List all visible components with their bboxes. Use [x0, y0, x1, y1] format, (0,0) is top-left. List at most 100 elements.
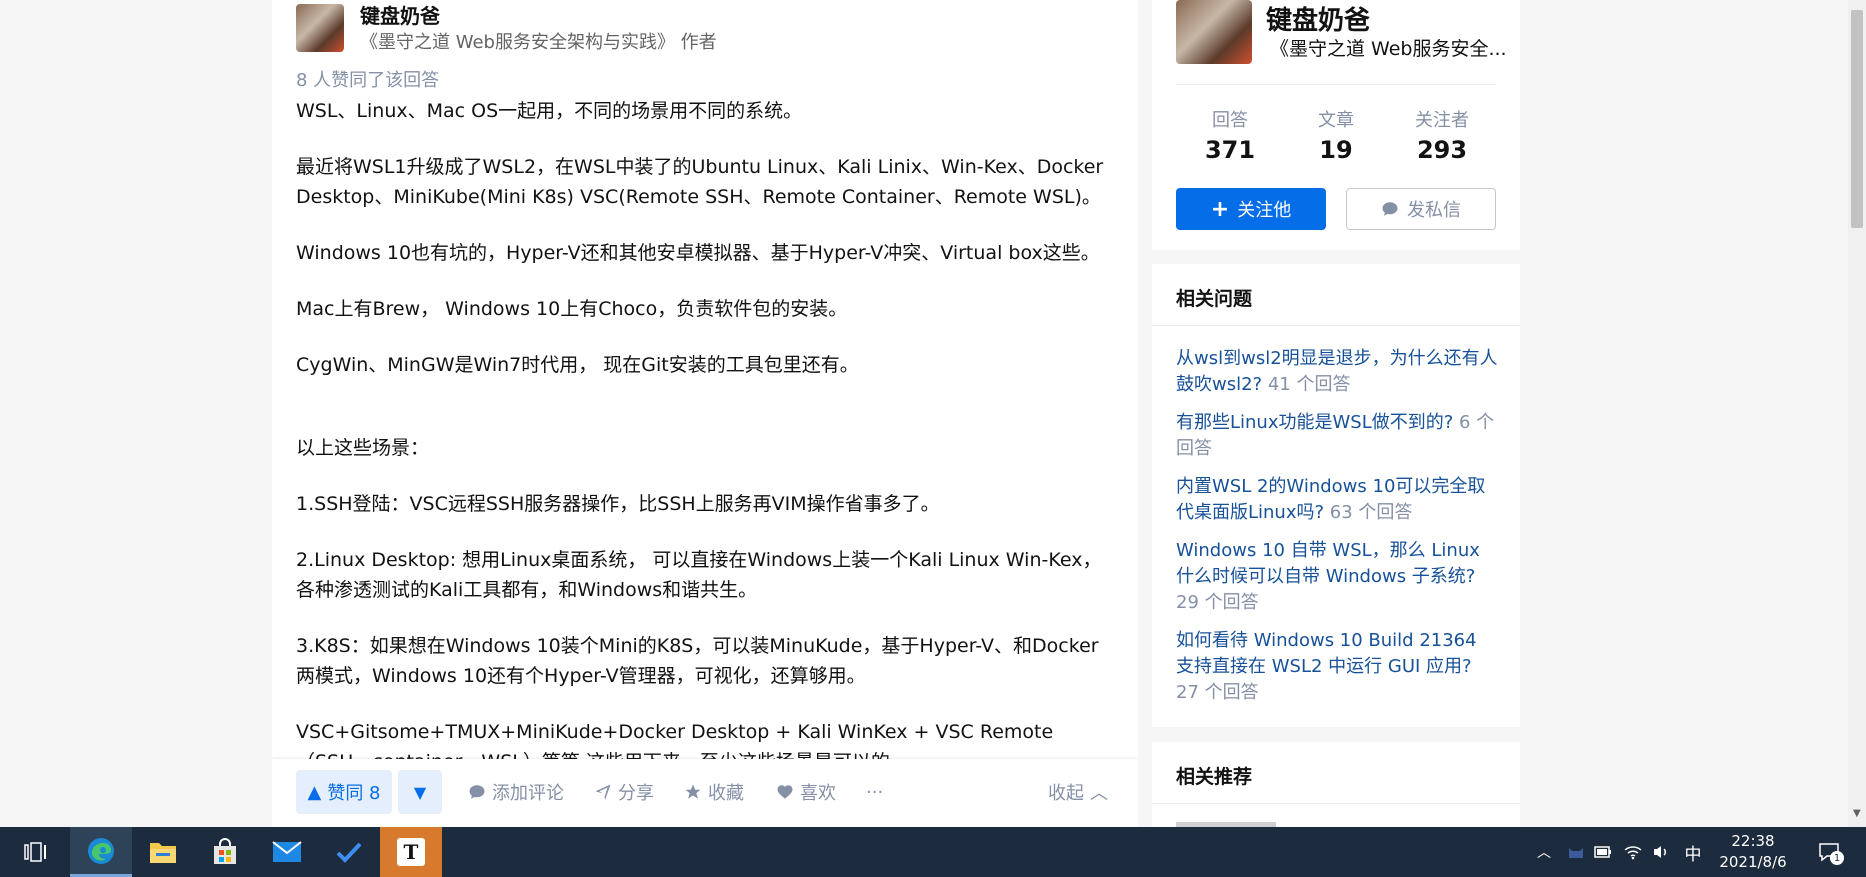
scrollbar-thumb[interactable] — [1851, 10, 1863, 228]
related-questions-card: 相关问题 从wsl到wsl2明显是退步，为什么还有人鼓吹wsl2? 41 个回答… — [1152, 264, 1520, 727]
vote-up-button[interactable]: ▲ 赞同 8 — [296, 770, 392, 814]
related-question-link[interactable]: Windows 10 自带 WSL，那么 Linux 什么时候可以自带 Wind… — [1176, 540, 1480, 587]
vote-down-button[interactable]: ▼ — [398, 770, 442, 814]
stat-value: 19 — [1319, 136, 1353, 164]
mail-icon — [272, 841, 302, 862]
taskbar-todo[interactable] — [318, 827, 380, 877]
answer-count: 29 个回答 — [1176, 592, 1259, 613]
task-view-button[interactable] — [4, 827, 66, 877]
like-button[interactable]: 喜欢 — [776, 770, 836, 814]
stat-value: 293 — [1416, 136, 1468, 164]
answer-paragraph: WSL、Linux、Mac OS一起用，不同的场景用不同的系统。 — [296, 100, 803, 122]
related-question-link[interactable]: 有那些Linux功能是WSL做不到的? — [1176, 412, 1453, 433]
triangle-down-icon: ▼ — [413, 782, 427, 802]
answer-paragraph: CygWin、MinGW是Win7时代用， 现在Git安装的工具包里还有。 — [296, 354, 859, 376]
follow-button[interactable]: + 关注他 — [1176, 188, 1326, 230]
plus-icon: + — [1210, 196, 1230, 222]
author-avatar[interactable] — [296, 4, 344, 52]
related-question-item[interactable]: 有那些Linux功能是WSL做不到的? 6 个回答 — [1176, 410, 1498, 462]
comment-button[interactable]: 添加评论 — [468, 770, 564, 814]
collect-label: 收藏 — [708, 783, 744, 804]
answer-paragraph: Windows 10也有坑的，Hyper-V还和其他安卓模拟器、基于Hyper-… — [296, 242, 1100, 264]
related-question-item[interactable]: 从wsl到wsl2明显是退步，为什么还有人鼓吹wsl2? 41 个回答 — [1176, 346, 1498, 398]
stat-value: 371 — [1204, 136, 1256, 164]
comment-label: 添加评论 — [492, 783, 564, 804]
answer-action-bar: ▲ 赞同 8 ▼ 添加评论 分享 收藏 喜欢 ··· 收起 ︿ — [272, 759, 1138, 827]
recommend-title: 相关推荐 — [1176, 766, 1253, 788]
answer-paragraph: Mac上有Brew， Windows 10上有Choco，负责软件包的安装。 — [296, 298, 848, 320]
answer-count: 63 个回答 — [1329, 502, 1413, 523]
battery-icon[interactable] — [1592, 841, 1614, 863]
taskbar-edge[interactable] — [70, 827, 132, 877]
author-bio: 《墨守之道 Web服务安全架构与实践》 作者 — [360, 32, 717, 53]
typora-icon: T — [397, 838, 425, 866]
profile-bio: 《墨守之道 Web服务安全... — [1270, 38, 1507, 60]
taskbar-typora[interactable]: T — [380, 827, 442, 877]
share-icon — [595, 784, 611, 800]
edge-icon — [88, 837, 114, 864]
checkmark-icon — [336, 842, 362, 863]
tray-app-icon[interactable] — [1565, 841, 1587, 863]
task-view-icon — [24, 842, 46, 862]
collect-button[interactable]: 收藏 — [684, 770, 744, 814]
typora-letter: T — [403, 840, 419, 864]
star-icon — [685, 784, 701, 799]
profile-name[interactable]: 键盘奶爸 — [1266, 0, 1370, 37]
answer-content: WSL、Linux、Mac OS一起用，不同的场景用不同的系统。 最近将WSL1… — [296, 96, 1116, 803]
page-scrollbar[interactable]: ▼ — [1848, 0, 1866, 827]
related-question-link[interactable]: 如何看待 Windows 10 Build 21364 支持直接在 WSL2 中… — [1176, 630, 1477, 677]
wifi-icon[interactable] — [1622, 841, 1644, 863]
triangle-up-icon: ▲ — [307, 781, 322, 803]
taskbar-clock[interactable]: 22:38 2021/8/6 — [1718, 831, 1788, 873]
author-name[interactable]: 键盘奶爸 — [360, 0, 440, 29]
divider — [1176, 84, 1496, 85]
message-button[interactable]: 发私信 — [1346, 188, 1496, 230]
answer-paragraph: 1.SSH登陆：VSC远程SSH服务器操作，比SSH上服务再VIM操作省事多了。 — [296, 493, 940, 515]
more-button[interactable]: ··· — [866, 770, 883, 814]
ime-indicator[interactable]: 中 — [1682, 841, 1704, 865]
share-button[interactable]: 分享 — [594, 770, 654, 814]
action-center-button[interactable]: 1 — [1814, 841, 1844, 865]
stat-label: 文章 — [1318, 110, 1354, 131]
stat-label: 回答 — [1212, 110, 1248, 131]
answer-paragraph: 以上这些场景： — [296, 437, 430, 459]
folder-icon — [150, 843, 176, 863]
profile-avatar[interactable] — [1176, 0, 1252, 64]
notification-count-badge: 1 — [1830, 851, 1844, 865]
like-label: 喜欢 — [800, 783, 836, 804]
windows-taskbar: T ︿ 中 22:38 2021/8/6 1 — [0, 827, 1866, 877]
stat-label: 关注者 — [1415, 110, 1469, 131]
message-label: 发私信 — [1407, 200, 1461, 221]
comment-icon — [469, 785, 485, 799]
clock-date: 2021/8/6 — [1719, 853, 1787, 871]
related-questions-title: 相关问题 — [1176, 288, 1253, 310]
share-label: 分享 — [618, 783, 654, 804]
answer-paragraph: 2.Linux Desktop: 想用Linux桌面系统， 可以直接在Windo… — [296, 549, 1102, 601]
scroll-down-arrow-icon[interactable]: ▼ — [1853, 808, 1861, 819]
divider — [1152, 803, 1520, 804]
related-question-item[interactable]: Windows 10 自带 WSL，那么 Linux 什么时候可以自带 Wind… — [1176, 538, 1498, 616]
related-question-item[interactable]: 如何看待 Windows 10 Build 21364 支持直接在 WSL2 中… — [1176, 628, 1498, 706]
heart-icon — [777, 785, 793, 799]
taskbar-mail[interactable] — [256, 827, 318, 877]
answer-paragraph: 3.K8S：如果想在Windows 10装个Mini的K8S，可以装MinuKu… — [296, 635, 1099, 687]
related-question-item[interactable]: 内置WSL 2的Windows 10可以完全取代桌面版Linux吗? 63 个回… — [1176, 474, 1498, 526]
collapse-label: 收起 — [1048, 783, 1084, 804]
collapse-button[interactable]: 收起 ︿ — [1048, 770, 1108, 814]
tray-overflow-chevron-up-icon[interactable]: ︿ — [1533, 841, 1555, 863]
more-icon: ··· — [866, 781, 884, 803]
stat-answers[interactable]: 回答 371 — [1180, 106, 1280, 164]
chevron-up-icon: ︿ — [1090, 783, 1108, 804]
taskbar-store[interactable] — [194, 827, 256, 877]
clock-time: 22:38 — [1731, 832, 1775, 850]
answer-count: 27 个回答 — [1176, 682, 1259, 703]
volume-icon[interactable] — [1650, 841, 1672, 863]
stat-articles[interactable]: 文章 19 — [1286, 106, 1386, 164]
author-profile-card: 键盘奶爸 《墨守之道 Web服务安全... 回答 371 文章 19 关注者 2… — [1152, 0, 1520, 250]
divider — [1152, 325, 1520, 326]
answer-card: 键盘奶爸 《墨守之道 Web服务安全架构与实践》 作者 8 人赞同了该回答 WS… — [272, 0, 1138, 827]
cat-icon — [1569, 848, 1583, 858]
stat-followers[interactable]: 关注者 293 — [1392, 106, 1492, 164]
vote-summary: 8 人赞同了该回答 — [296, 70, 440, 91]
taskbar-file-explorer[interactable] — [132, 827, 194, 877]
